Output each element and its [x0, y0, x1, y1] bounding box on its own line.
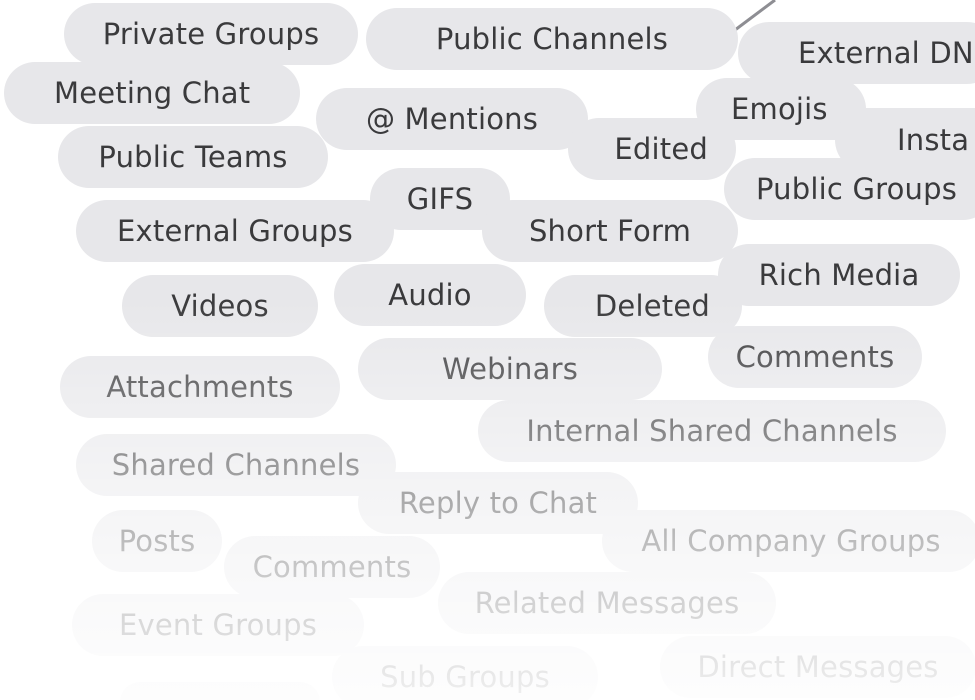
tag-webinars[interactable]: Webinars [358, 338, 662, 400]
tag-videos[interactable]: Videos [122, 275, 318, 337]
tag-attachments[interactable]: Attachments [60, 356, 340, 418]
tag-private-groups[interactable]: Private Groups [64, 3, 358, 65]
tag-all-company-groups[interactable]: All Company Groups [602, 510, 975, 572]
tag-shared-channels[interactable]: Shared Channels [76, 434, 396, 496]
tag-sub-groups[interactable]: Sub Groups [332, 646, 598, 700]
tag-deleted[interactable]: Deleted [544, 275, 742, 337]
tag-reply-to-chat[interactable]: Reply to Chat [358, 472, 638, 534]
tag-related-messages[interactable]: Related Messages [438, 572, 776, 634]
tag-comments-1[interactable]: Comments [708, 326, 922, 388]
tag-rich-media[interactable]: Rich Media [718, 244, 960, 306]
tag-internal-shared-channels[interactable]: Internal Shared Channels [478, 400, 946, 462]
tag-short-form[interactable]: Short Form [482, 200, 738, 262]
tag-external-groups[interactable]: External Groups [76, 200, 394, 262]
tag-direct-messages[interactable]: Direct Messages [660, 636, 975, 698]
tag-meeting-chat[interactable]: Meeting Chat [4, 62, 300, 124]
tag-comments-2[interactable]: Comments [224, 536, 440, 598]
tag-edited[interactable]: Edited [568, 118, 736, 180]
tag-event-groups[interactable]: Event Groups [72, 594, 364, 656]
tag-mentions[interactable]: @ Mentions [316, 88, 588, 150]
tag-public-groups[interactable]: Public Groups [724, 158, 975, 220]
tag-public-teams[interactable]: Public Teams [58, 126, 328, 188]
tag-audio[interactable]: Audio [334, 264, 526, 326]
tag-public-channels[interactable]: Public Channels [366, 8, 738, 70]
tag-posts[interactable]: Posts [92, 510, 222, 572]
tag-partial-bottom [120, 682, 320, 700]
tag-external-dm[interactable]: External DN [738, 22, 975, 84]
tag-cloud: Private Groups Public Channels External … [0, 0, 975, 700]
